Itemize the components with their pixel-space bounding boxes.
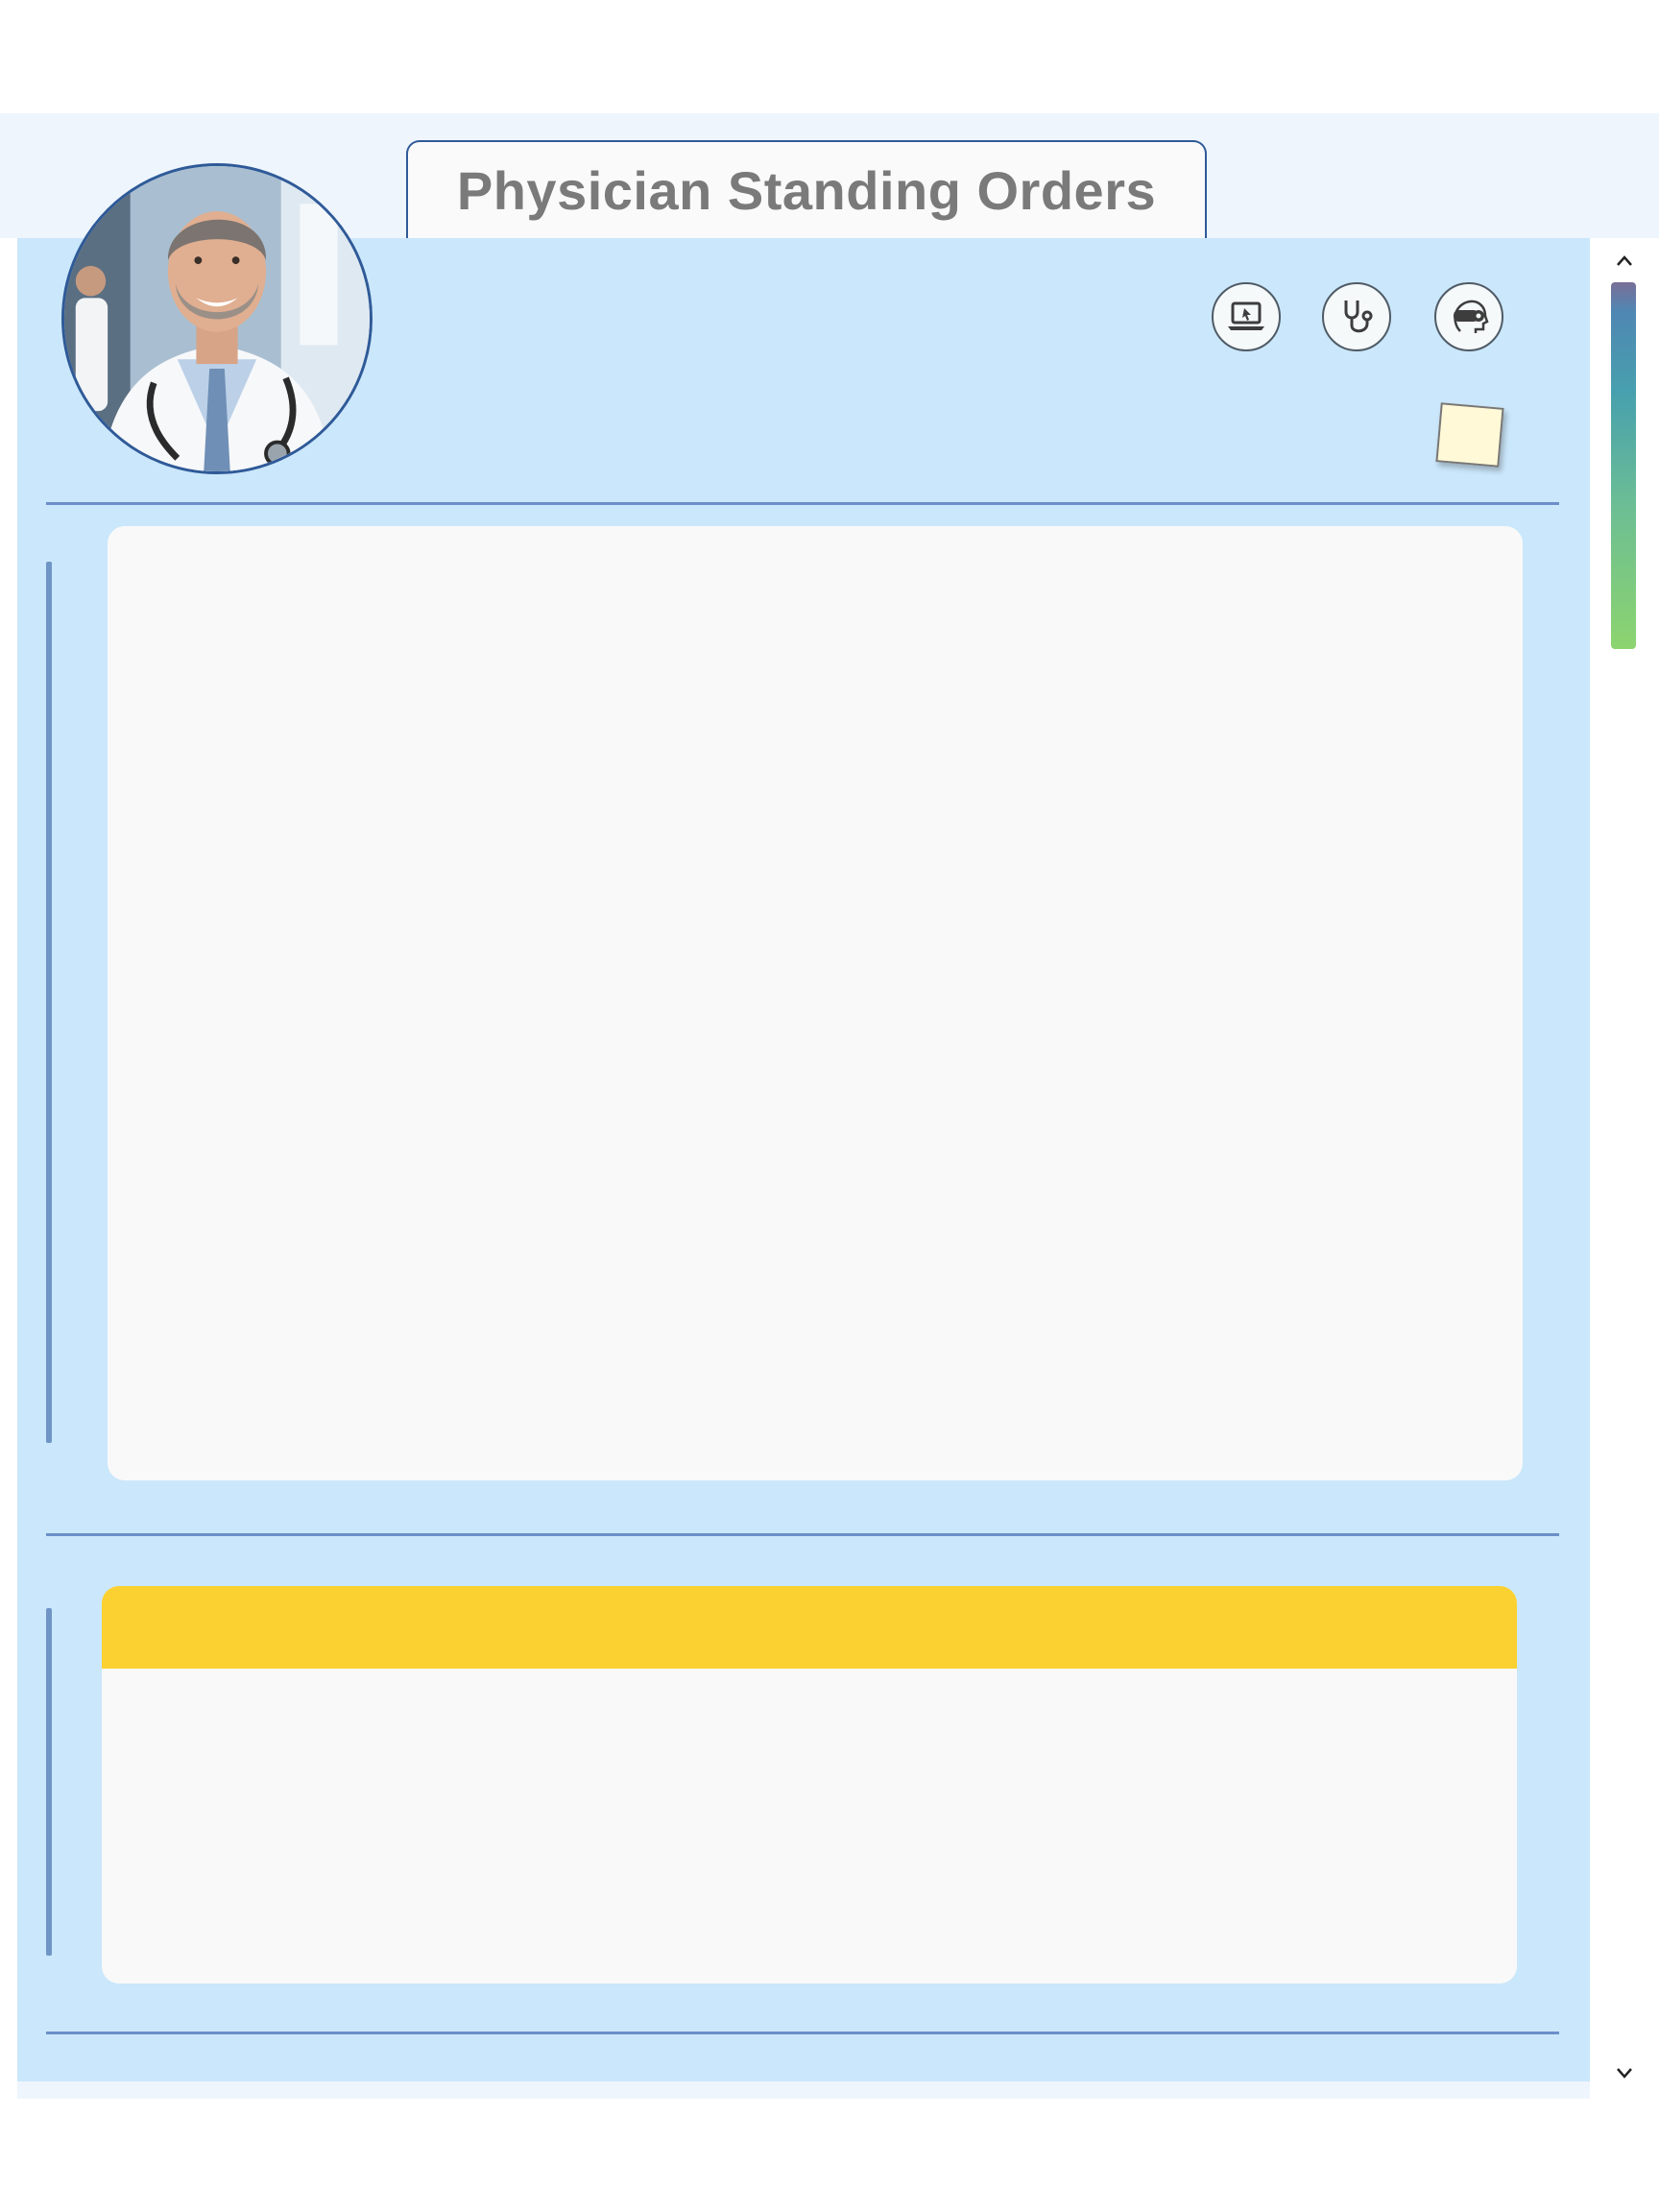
scroll-up-button[interactable] — [1609, 246, 1640, 276]
chevron-down-icon — [1617, 2068, 1632, 2079]
highlighted-panel-header — [102, 1586, 1517, 1669]
title-tab: Physician Standing Orders — [406, 140, 1207, 238]
sticky-note-icon[interactable] — [1435, 402, 1504, 468]
divider-top — [46, 502, 1559, 505]
section-marker-orders — [46, 562, 52, 1443]
chevron-up-icon — [1617, 255, 1632, 266]
section-marker-highlighted — [46, 1608, 52, 1956]
orders-panel — [108, 526, 1523, 1480]
divider-bottom — [46, 2032, 1559, 2034]
divider-middle — [46, 1533, 1559, 1536]
scroll-down-button[interactable] — [1609, 2057, 1640, 2088]
footer-strip — [17, 2081, 1590, 2099]
page-title: Physician Standing Orders — [456, 159, 1157, 221]
avatar — [61, 163, 373, 474]
stethoscope-icon — [1344, 301, 1373, 333]
laptop-button[interactable] — [1212, 282, 1281, 351]
highlighted-panel — [102, 1586, 1517, 1984]
vr-headset-icon — [1454, 300, 1489, 333]
scrollbar-thumb[interactable] — [1611, 282, 1636, 649]
laptop-cursor-icon — [1228, 301, 1264, 330]
stethoscope-button[interactable] — [1322, 282, 1391, 351]
vr-headset-button[interactable] — [1434, 282, 1503, 351]
